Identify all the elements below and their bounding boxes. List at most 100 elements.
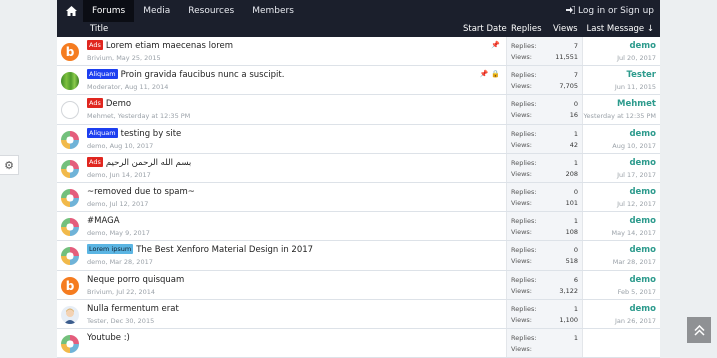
thread-title: Lorem ipsum The Best Xenforo Material Des… xyxy=(87,244,313,255)
last-message-date[interactable]: Aug 10, 2017 xyxy=(612,142,656,150)
header-replies[interactable]: Replies xyxy=(511,24,542,34)
last-message-user[interactable]: demo xyxy=(629,129,656,139)
last-message-date[interactable]: Mar 28, 2017 xyxy=(613,258,656,266)
thread-meta: demo, May 9, 2017 xyxy=(87,229,150,238)
last-message-user[interactable]: Mehmet xyxy=(617,99,656,109)
thread-title-link[interactable]: Nulla fermentum erat xyxy=(87,304,179,314)
avatar[interactable] xyxy=(61,72,79,91)
thread-title-link[interactable]: The Best Xenforo Material Design in 2017 xyxy=(136,245,313,255)
avatar[interactable] xyxy=(61,305,79,324)
thread-row[interactable]: #MAGA demo, May 9, 2017 Replies: 1 Views: 108… xyxy=(57,212,660,242)
nav-tab-media[interactable]: Media xyxy=(134,0,179,22)
thread-row[interactable]: Aliquam testing by site demo, Aug 10, 2017… xyxy=(57,124,660,154)
thread-row[interactable]: Ads Demo Mehmet, Yesterday at 12:35 PM Repl… xyxy=(57,95,660,125)
replies-label: Replies: xyxy=(511,187,537,196)
avatar[interactable] xyxy=(61,334,79,353)
avatar[interactable] xyxy=(61,101,79,120)
avatar[interactable] xyxy=(61,130,79,149)
last-message-date[interactable]: Feb 5, 2017 xyxy=(618,288,656,296)
avatar[interactable]: b xyxy=(61,276,79,295)
top-navigation: Forums Media Resources Members Log in or Si… xyxy=(57,0,660,22)
thread-author[interactable]: demo xyxy=(87,229,105,237)
thread-author[interactable]: demo xyxy=(87,142,105,150)
last-message-user[interactable]: demo xyxy=(629,187,656,197)
thread-title-link[interactable]: Demo xyxy=(106,99,131,109)
login-link[interactable]: Log in or Sign up xyxy=(566,5,654,17)
thread-author[interactable]: Brivium xyxy=(87,288,112,296)
thread-title-link[interactable]: Proin gravida faucibus nunc a suscipit. xyxy=(121,70,285,80)
last-message-user[interactable]: demo xyxy=(629,158,656,168)
views-label: Views: xyxy=(511,257,533,266)
thread-row[interactable]: Youtube :) Replies: 1 Views: xyxy=(57,328,660,358)
thread-row[interactable]: Lorem ipsum The Best Xenforo Material Des… xyxy=(57,241,660,271)
prefix-badge[interactable]: Ads xyxy=(87,98,103,109)
gear-icon[interactable]: ⚙ xyxy=(0,155,19,175)
thread-title-link[interactable]: Lorem etiam maecenas lorem xyxy=(106,41,233,51)
header-start-date[interactable]: Start Date xyxy=(463,24,507,34)
last-message-user[interactable]: demo xyxy=(629,275,656,285)
avatar[interactable] xyxy=(61,188,79,207)
thread-author[interactable]: Tester xyxy=(87,317,106,325)
prefix-badge[interactable]: Lorem ipsum xyxy=(87,244,134,255)
replies-count: 1 xyxy=(573,129,578,138)
thread-author[interactable]: demo xyxy=(87,258,105,266)
thread-author[interactable]: Brivium xyxy=(87,54,112,62)
prefix-badge[interactable]: Ads xyxy=(87,156,103,167)
thread-stats: Replies: 0 Views: 101 xyxy=(506,182,582,212)
thread-author[interactable]: demo xyxy=(87,171,105,179)
header-views[interactable]: Views xyxy=(553,24,578,34)
replies-count: 1 xyxy=(573,304,578,313)
thread-title-link[interactable]: Youtube :) xyxy=(87,333,130,343)
avatar[interactable] xyxy=(61,159,79,178)
nav-tab-forums[interactable]: Forums xyxy=(83,0,135,22)
last-message-date[interactable]: Jan 26, 2017 xyxy=(615,317,656,325)
thread-stats: Replies: 7 Views: 11,551 xyxy=(506,37,582,66)
nav-tab-resources[interactable]: Resources xyxy=(179,0,243,22)
avatar[interactable] xyxy=(61,247,79,266)
thread-title-link[interactable]: #MAGA xyxy=(87,216,120,226)
last-message-date[interactable]: Yesterday at 12:35 PM xyxy=(583,112,656,120)
replies-label: Replies: xyxy=(511,246,537,255)
thread-title-link[interactable]: testing by site xyxy=(121,129,182,139)
thread-title-link[interactable]: Neque porro quisquam xyxy=(87,275,184,285)
avatar[interactable] xyxy=(61,218,79,237)
views-count: 11,551 xyxy=(555,53,578,61)
thread-title: Aliquam testing by site xyxy=(87,127,182,139)
last-message: demo Jan 26, 2017 xyxy=(582,299,660,328)
last-message-date[interactable]: Jul 17, 2017 xyxy=(617,171,656,179)
thread-stats: Replies: 1 Views: 42 xyxy=(506,124,582,153)
views-label: Views: xyxy=(511,169,533,178)
header-title[interactable]: Title xyxy=(90,24,108,34)
thread-meta: demo, Mar 28, 2017 xyxy=(87,258,153,267)
home-icon[interactable] xyxy=(59,0,83,22)
avatar[interactable]: b xyxy=(61,43,79,61)
thread-row[interactable]: Nulla fermentum erat Tester, Dec 30, 2015… xyxy=(57,299,660,329)
back-to-top-button[interactable] xyxy=(687,317,711,343)
thread-title-link[interactable]: بسم الله الرحمن الرحيم xyxy=(106,158,191,168)
nav-tab-members[interactable]: Members xyxy=(243,0,303,22)
last-message-date[interactable]: May 14, 2017 xyxy=(612,229,656,237)
views-count: 16 xyxy=(569,111,578,120)
last-message-user[interactable]: demo xyxy=(629,216,656,226)
thread-author[interactable]: Moderator xyxy=(87,83,121,91)
last-message-date[interactable]: Jul 12, 2017 xyxy=(617,200,656,208)
prefix-badge[interactable]: Ads xyxy=(87,40,103,50)
thread-row[interactable]: b Ads Lorem etiam maecenas lorem Brivium, M… xyxy=(57,37,660,67)
thread-title-link[interactable]: ~removed due to spam~ xyxy=(87,187,195,197)
thread-row[interactable]: Aliquam Proin gravida faucibus nunc a sus… xyxy=(57,66,660,96)
last-message-user[interactable]: demo xyxy=(629,245,656,255)
last-message-user[interactable]: demo xyxy=(629,41,656,51)
last-message-date[interactable]: Jun 11, 2015 xyxy=(615,83,656,91)
thread-author[interactable]: Mehmet xyxy=(87,112,114,120)
last-message-user[interactable]: demo xyxy=(629,304,656,314)
prefix-badge[interactable]: Aliquam xyxy=(87,127,118,138)
replies-label: Replies: xyxy=(511,42,537,50)
thread-row[interactable]: ~removed due to spam~ demo, Jul 12, 2017 R… xyxy=(57,182,660,213)
thread-row[interactable]: b Neque porro quisquam Brivium, Jul 22, 20… xyxy=(57,270,660,300)
last-message-date[interactable]: Jul 20, 2017 xyxy=(617,54,656,62)
thread-author[interactable]: demo xyxy=(87,200,105,208)
header-last-message[interactable]: Last Message ↓ xyxy=(587,24,655,34)
prefix-badge[interactable]: Aliquam xyxy=(87,69,118,80)
thread-row[interactable]: Ads بسم الله الرحمن الرحيم demo, Jun 14, 2… xyxy=(57,153,660,183)
last-message-user[interactable]: Tester xyxy=(626,70,656,80)
